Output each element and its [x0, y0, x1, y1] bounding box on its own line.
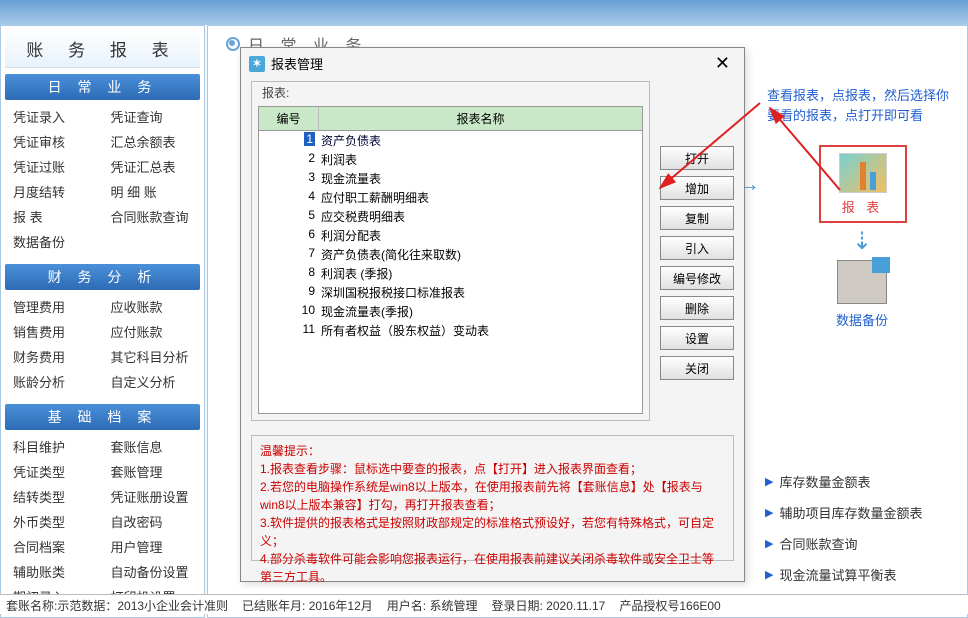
- sidebar-item[interactable]: 数据备份: [5, 229, 200, 254]
- table-row[interactable]: 8利润表 (季报): [259, 264, 642, 283]
- column-header-num: 编号: [259, 107, 319, 130]
- tip-line: 1.报表查看步骤：鼠标选中要查的报表，点【打开】进入报表界面查看；: [260, 460, 725, 478]
- sidebar-item[interactable]: 其它科目分析: [103, 344, 201, 369]
- sidebar-item[interactable]: 管理费用: [5, 294, 103, 319]
- right-links: ▶库存数量金额表▶辅助项目库存数量金额表▶合同账款查询▶现金流量试算平衡表: [761, 466, 961, 590]
- table-row[interactable]: 10现金流量表(季报): [259, 302, 642, 321]
- sidebar-item[interactable]: 凭证审核: [5, 129, 103, 154]
- sidebar-item[interactable]: 凭证类型: [5, 459, 103, 484]
- table-row[interactable]: 4应付职工薪酬明细表: [259, 188, 642, 207]
- status-login-value: 2020.11.17: [546, 599, 605, 613]
- sidebar-item[interactable]: 自动备份设置: [103, 559, 201, 584]
- tip-line: 3.软件提供的报表格式是按照财政部规定的标准格式预设好，若您有特殊格式，可自定义…: [260, 514, 725, 550]
- chevron-right-icon: ▶: [765, 475, 773, 488]
- status-name-label: 套账名称:: [6, 599, 57, 613]
- table-row[interactable]: 5应交税费明细表: [259, 207, 642, 226]
- sidebar-item[interactable]: 凭证汇总表: [103, 154, 201, 179]
- dialog-button[interactable]: 删除: [660, 296, 734, 320]
- flow-arrow-icon: ⇣: [767, 227, 957, 256]
- dialog-button[interactable]: 引入: [660, 236, 734, 260]
- status-name-value: 示范数据：2013小企业会计准则: [57, 599, 228, 613]
- table-row[interactable]: 2利润表: [259, 150, 642, 169]
- dialog-button[interactable]: 打开: [660, 146, 734, 170]
- sidebar-item[interactable]: 应付账款: [103, 319, 201, 344]
- dialog-button[interactable]: 复制: [660, 206, 734, 230]
- section-header: 日 常 业 务: [5, 74, 200, 100]
- sidebar-item[interactable]: 套账信息: [103, 434, 201, 459]
- section-header: 财 务 分 析: [5, 264, 200, 290]
- column-header-name: 报表名称: [319, 107, 642, 130]
- dialog-title: 报表管理: [271, 54, 703, 73]
- right-link[interactable]: ▶合同账款查询: [761, 528, 961, 559]
- sidebar-item[interactable]: 明 细 账: [103, 179, 201, 204]
- status-user-value: 系统管理: [429, 599, 477, 613]
- sidebar-item[interactable]: 凭证查询: [103, 104, 201, 129]
- sidebar-item[interactable]: 合同账款查询: [103, 204, 201, 229]
- tip-line: 2.若您的电脑操作系统是win8以上版本，在使用报表前先将【套账信息】处【报表与…: [260, 478, 725, 514]
- sidebar-item[interactable]: 自定义分析: [103, 369, 201, 394]
- report-tile[interactable]: 报 表: [819, 145, 907, 223]
- sidebar-item[interactable]: 凭证过账: [5, 154, 103, 179]
- sidebar-item[interactable]: 合同档案: [5, 534, 103, 559]
- status-auth: 产品授权号166E00: [619, 597, 720, 612]
- status-login-label: 登录日期:: [491, 599, 542, 613]
- sidebar-item[interactable]: 销售费用: [5, 319, 103, 344]
- sidebar-item[interactable]: 结转类型: [5, 484, 103, 509]
- sidebar-item[interactable]: 凭证账册设置: [103, 484, 201, 509]
- report-management-dialog: ✶ 报表管理 ✕ 报表: 编号 报表名称 1资产负债表2利润表3现金流量表4应付…: [240, 47, 745, 582]
- dialog-button[interactable]: 关闭: [660, 356, 734, 380]
- chevron-right-icon: ▶: [765, 506, 773, 519]
- annotation-text: 查看报表，点报表，然后选择你要看的报表，点打开即可看: [767, 86, 957, 125]
- sidebar-item[interactable]: 外币类型: [5, 509, 103, 534]
- sidebar-title: 账 务 报 表: [5, 30, 200, 68]
- status-user-label: 用户名:: [387, 599, 426, 613]
- chevron-right-icon: ▶: [765, 537, 773, 550]
- table-row[interactable]: 1资产负债表: [259, 131, 642, 150]
- tip-line: 4.部分杀毒软件可能会影响您报表运行，在使用报表前建议关闭杀毒软件或安全卫士等第…: [260, 550, 725, 586]
- chevron-right-icon: ▶: [765, 568, 773, 581]
- sidebar-item[interactable]: 科目维护: [5, 434, 103, 459]
- close-button[interactable]: ✕: [709, 53, 736, 74]
- section-header: 基 础 档 案: [5, 404, 200, 430]
- sidebar-item[interactable]: 辅助账类: [5, 559, 103, 584]
- backup-tile[interactable]: 数据备份: [767, 260, 957, 329]
- table-row[interactable]: 6利润分配表: [259, 226, 642, 245]
- table-row[interactable]: 3现金流量表: [259, 169, 642, 188]
- sidebar-item[interactable]: 报 表: [5, 204, 103, 229]
- right-link[interactable]: ▶库存数量金额表: [761, 466, 961, 497]
- status-period-label: 已结账年月:: [242, 599, 305, 613]
- table-row[interactable]: 11所有者权益（股东权益）变动表: [259, 321, 642, 340]
- right-link[interactable]: ▶现金流量试算平衡表: [761, 559, 961, 590]
- chart-icon: [839, 153, 887, 193]
- report-tile-label: 报 表: [842, 197, 884, 216]
- bullet-icon: [226, 37, 240, 51]
- sidebar-item[interactable]: 用户管理: [103, 534, 201, 559]
- tips-title: 温馨提示：: [260, 442, 725, 460]
- dialog-button[interactable]: 设置: [660, 326, 734, 350]
- fieldset-label: 报表:: [258, 86, 293, 100]
- sidebar-item[interactable]: 凭证录入: [5, 104, 103, 129]
- dialog-button[interactable]: 增加: [660, 176, 734, 200]
- tips-box: 温馨提示： 1.报表查看步骤：鼠标选中要查的报表，点【打开】进入报表界面查看；2…: [251, 435, 734, 561]
- backup-label: 数据备份: [767, 310, 957, 329]
- sidebar: 账 务 报 表 日 常 业 务凭证录入凭证查询凭证审核汇总余额表凭证过账凭证汇总…: [0, 25, 205, 618]
- sidebar-item[interactable]: 应收账款: [103, 294, 201, 319]
- sidebar-item[interactable]: 套账管理: [103, 459, 201, 484]
- dialog-icon: ✶: [249, 56, 265, 72]
- sidebar-item[interactable]: 汇总余额表: [103, 129, 201, 154]
- sidebar-item[interactable]: 月度结转: [5, 179, 103, 204]
- report-table[interactable]: 编号 报表名称 1资产负债表2利润表3现金流量表4应付职工薪酬明细表5应交税费明…: [258, 106, 643, 414]
- backup-icon: [837, 260, 887, 304]
- table-row[interactable]: 7资产负债表(简化往来取数): [259, 245, 642, 264]
- sidebar-item[interactable]: 账龄分析: [5, 369, 103, 394]
- dialog-button[interactable]: 编号修改: [660, 266, 734, 290]
- sidebar-item[interactable]: 财务费用: [5, 344, 103, 369]
- right-link[interactable]: ▶辅助项目库存数量金额表: [761, 497, 961, 528]
- sidebar-item[interactable]: 自改密码: [103, 509, 201, 534]
- table-row[interactable]: 9深圳国税报税接口标准报表: [259, 283, 642, 302]
- status-period-value: 2016年12月: [309, 599, 373, 613]
- statusbar: 套账名称:示范数据：2013小企业会计准则 已结账年月: 2016年12月 用户…: [0, 594, 968, 614]
